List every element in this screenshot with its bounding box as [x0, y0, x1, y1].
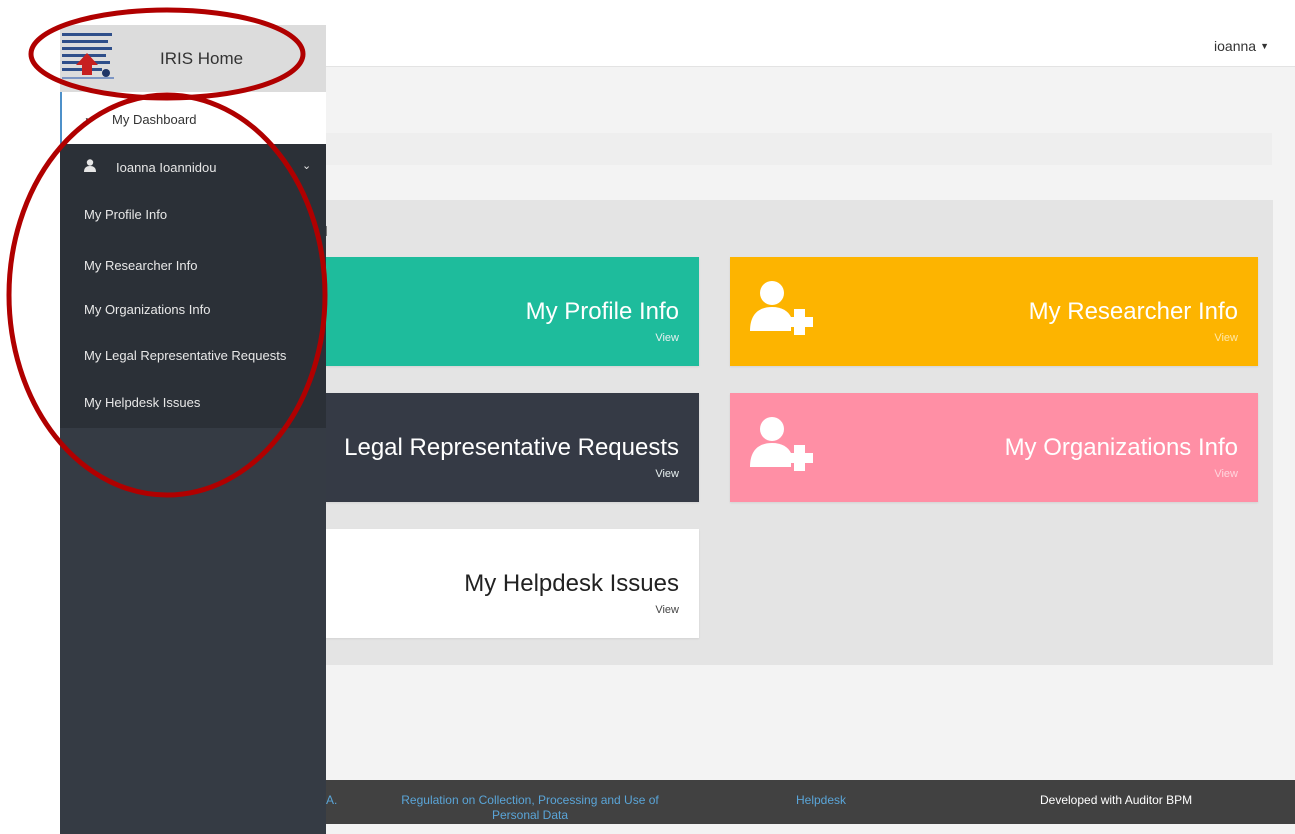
sidebar-item-label: My Dashboard	[112, 112, 197, 127]
tile-view-link[interactable]: View	[1214, 468, 1238, 480]
chevron-down-icon: ⌄	[302, 160, 312, 172]
tile-view-link[interactable]: View	[655, 604, 679, 616]
brand-home-link[interactable]: IRIS Home	[60, 25, 326, 92]
dashboard-icon: ◔	[82, 112, 91, 128]
tile-view-link[interactable]: View	[1214, 332, 1238, 344]
sidebar-item-profile-info[interactable]: My Profile Info	[84, 207, 167, 222]
tile-title: My Helpdesk Issues	[464, 570, 679, 597]
sidebar-user-name: Ioanna Ioannidou	[116, 160, 217, 175]
brand-title: IRIS Home	[160, 49, 244, 68]
tile-view-link[interactable]: View	[655, 332, 679, 344]
tile-title: My Profile Info	[525, 298, 679, 325]
tile-my-researcher-info[interactable]: My Researcher Info View	[730, 257, 1258, 366]
tile-view-link[interactable]: View	[655, 468, 679, 480]
sidebar-item-helpdesk-issues[interactable]: My Helpdesk Issues	[84, 395, 200, 410]
tile-title: Legal Representative Requests	[344, 434, 679, 461]
tile-title: My Organizations Info	[1004, 434, 1238, 461]
user-dropdown[interactable]: ioanna ▼	[1214, 38, 1269, 54]
tile-my-helpdesk-issues[interactable]: My Helpdesk Issues View	[310, 529, 699, 638]
add-user-icon	[750, 417, 813, 471]
tile-title: My Researcher Info	[1028, 298, 1238, 325]
sidebar-submenu: My Profile Info My Researcher Info My Or…	[60, 190, 326, 428]
tile-my-organizations-info[interactable]: My Organizations Info View	[730, 393, 1258, 502]
sidebar-item-organizations-info[interactable]: My Organizations Info	[84, 302, 210, 317]
add-user-icon	[750, 281, 813, 335]
footer-link-partial[interactable]: A.	[326, 793, 337, 807]
breadcrumb	[326, 133, 1272, 165]
user-icon	[84, 159, 96, 172]
footer-link-helpdesk[interactable]: Helpdesk	[796, 793, 846, 807]
user-dropdown-label: ioanna	[1214, 38, 1257, 54]
sidebar-item-user[interactable]: Ioanna Ioannidou ⌄	[60, 144, 326, 190]
caret-down-icon: ▼	[1260, 41, 1269, 51]
tile-my-profile-info[interactable]: My Profile Info View	[310, 257, 699, 366]
sidebar-item-legal-requests[interactable]: My Legal Representative Requests	[84, 348, 286, 363]
tile-legal-representative-requests[interactable]: Legal Representative Requests View	[310, 393, 699, 502]
top-navbar: ioanna ▼	[326, 25, 1295, 67]
sidebar-item-dashboard[interactable]: ◔ My Dashboard	[60, 92, 326, 144]
footer-developed-with: Developed with Auditor BPM	[1040, 793, 1193, 807]
footer-link-regulation[interactable]: Regulation on Collection, Processing and…	[400, 793, 660, 823]
iris-logo	[62, 33, 114, 79]
sidebar: IRIS Home ◔ My Dashboard Ioanna Ioannido…	[60, 25, 326, 834]
sidebar-item-researcher-info[interactable]: My Researcher Info	[84, 258, 197, 273]
